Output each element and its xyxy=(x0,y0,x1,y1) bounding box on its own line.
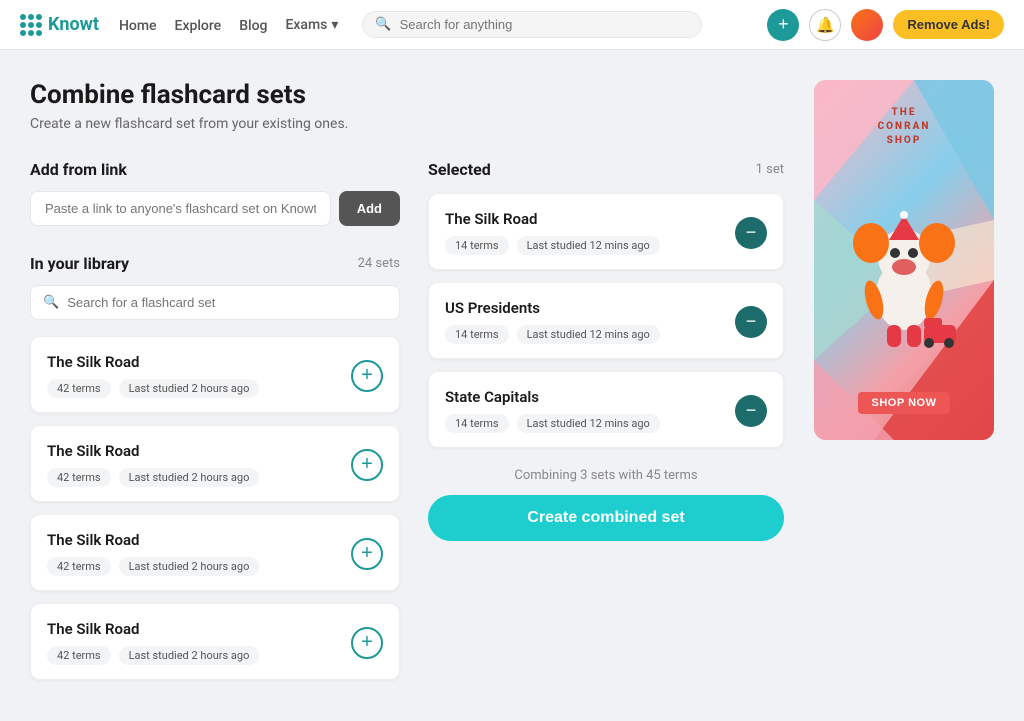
ad-title-line1: THE xyxy=(878,106,931,120)
last-studied-badge: Last studied 12 mins ago xyxy=(517,236,660,255)
add-set-button[interactable]: + xyxy=(351,449,383,481)
logo-text: Knowt xyxy=(48,14,99,35)
nav-right-actions: + 🔔 Remove Ads! xyxy=(767,9,1004,41)
add-link-row: Add xyxy=(30,191,400,226)
selected-count: 1 set xyxy=(756,162,784,177)
logo[interactable]: Knowt xyxy=(20,14,99,36)
remove-ads-button[interactable]: Remove Ads! xyxy=(893,10,1004,39)
add-set-button[interactable]: + xyxy=(351,538,383,570)
remove-set-button[interactable]: − xyxy=(735,306,767,338)
create-combined-button[interactable]: Create combined set xyxy=(428,495,784,541)
notifications-button[interactable]: 🔔 xyxy=(809,9,841,41)
nav-search-input[interactable] xyxy=(400,17,690,32)
library-search-icon: 🔍 xyxy=(43,295,59,310)
library-card-list: The Silk Road 42 terms Last studied 2 ho… xyxy=(30,336,400,680)
chevron-down-icon: ▾ xyxy=(331,17,338,33)
selected-list: The Silk Road 14 terms Last studied 12 m… xyxy=(428,193,784,448)
selected-item-title: US Presidents xyxy=(445,299,660,317)
library-count: 24 sets xyxy=(358,256,400,271)
library-item: The Silk Road 42 terms Last studied 2 ho… xyxy=(30,514,400,591)
ad-background: THE CONRAN SHOP xyxy=(814,80,994,440)
flashcard-title: The Silk Road xyxy=(47,531,259,549)
ad-sidebar: THE CONRAN SHOP xyxy=(814,80,994,680)
selected-header: Selected 1 set xyxy=(428,160,784,179)
nav-explore[interactable]: Explore xyxy=(175,18,222,34)
link-input[interactable] xyxy=(30,191,331,226)
selected-title: Selected xyxy=(428,160,491,179)
library-title: In your library xyxy=(30,254,129,273)
nav-home[interactable]: Home xyxy=(119,18,157,34)
terms-badge: 14 terms xyxy=(445,414,509,433)
add-from-link-header: Add from link xyxy=(30,160,400,179)
add-button[interactable]: + xyxy=(767,9,799,41)
remove-set-button[interactable]: − xyxy=(735,217,767,249)
navbar: Knowt Home Explore Blog Exams ▾ 🔍 + 🔔 Re… xyxy=(0,0,1024,50)
terms-badge: 42 terms xyxy=(47,646,111,665)
last-studied-badge: Last studied 2 hours ago xyxy=(119,557,260,576)
nav-exams[interactable]: Exams ▾ xyxy=(285,17,338,33)
selected-item: State Capitals 14 terms Last studied 12 … xyxy=(428,371,784,448)
ad-figure-svg xyxy=(849,185,959,355)
library-item: The Silk Road 42 terms Last studied 2 ho… xyxy=(30,425,400,502)
page-subtitle: Create a new flashcard set from your exi… xyxy=(30,116,784,132)
selected-item: US Presidents 14 terms Last studied 12 m… xyxy=(428,282,784,359)
main-content: Combine flashcard sets Create a new flas… xyxy=(30,80,784,680)
last-studied-badge: Last studied 2 hours ago xyxy=(119,379,260,398)
add-from-link-title: Add from link xyxy=(30,160,127,179)
nav-links: Home Explore Blog Exams ▾ xyxy=(119,15,338,34)
search-icon: 🔍 xyxy=(375,17,391,32)
terms-badge: 42 terms xyxy=(47,468,111,487)
library-header: In your library 24 sets xyxy=(30,254,400,273)
left-column: Add from link Add In your library 24 set… xyxy=(30,160,400,680)
terms-badge: 42 terms xyxy=(47,557,111,576)
two-col-layout: Add from link Add In your library 24 set… xyxy=(30,160,784,680)
last-studied-badge: Last studied 12 mins ago xyxy=(517,325,660,344)
nav-search-container: 🔍 xyxy=(362,11,702,38)
last-studied-badge: Last studied 2 hours ago xyxy=(119,646,260,665)
ad-shop-now-button[interactable]: shop now xyxy=(858,392,951,414)
library-search-container: 🔍 xyxy=(30,285,400,320)
selected-item-title: State Capitals xyxy=(445,388,660,406)
terms-badge: 14 terms xyxy=(445,236,509,255)
ad-box: THE CONRAN SHOP xyxy=(814,80,994,440)
terms-badge: 42 terms xyxy=(47,379,111,398)
avatar-button[interactable] xyxy=(851,9,883,41)
library-item: The Silk Road 42 terms Last studied 2 ho… xyxy=(30,336,400,413)
last-studied-badge: Last studied 2 hours ago xyxy=(119,468,260,487)
library-item: The Silk Road 42 terms Last studied 2 ho… xyxy=(30,603,400,680)
ad-title-block: THE CONRAN SHOP xyxy=(878,106,931,148)
library-search-input[interactable] xyxy=(67,295,387,310)
terms-badge: 14 terms xyxy=(445,325,509,344)
ad-title-line2: CONRAN xyxy=(878,120,931,134)
right-column: Selected 1 set The Silk Road 14 terms La… xyxy=(428,160,784,541)
flashcard-title: The Silk Road xyxy=(47,442,259,460)
logo-dots xyxy=(20,14,42,36)
page-wrapper: Combine flashcard sets Create a new flas… xyxy=(0,50,1024,710)
add-set-button[interactable]: + xyxy=(351,360,383,392)
add-link-button[interactable]: Add xyxy=(339,191,400,226)
add-set-button[interactable]: + xyxy=(351,627,383,659)
selected-item: The Silk Road 14 terms Last studied 12 m… xyxy=(428,193,784,270)
combining-text: Combining 3 sets with 45 terms xyxy=(428,468,784,483)
ad-title-line3: SHOP xyxy=(878,134,931,148)
last-studied-badge: Last studied 12 mins ago xyxy=(517,414,660,433)
flashcard-title: The Silk Road xyxy=(47,620,259,638)
remove-set-button[interactable]: − xyxy=(735,395,767,427)
page-title: Combine flashcard sets xyxy=(30,80,784,110)
nav-blog[interactable]: Blog xyxy=(239,18,267,34)
flashcard-title: The Silk Road xyxy=(47,353,259,371)
selected-item-title: The Silk Road xyxy=(445,210,660,228)
